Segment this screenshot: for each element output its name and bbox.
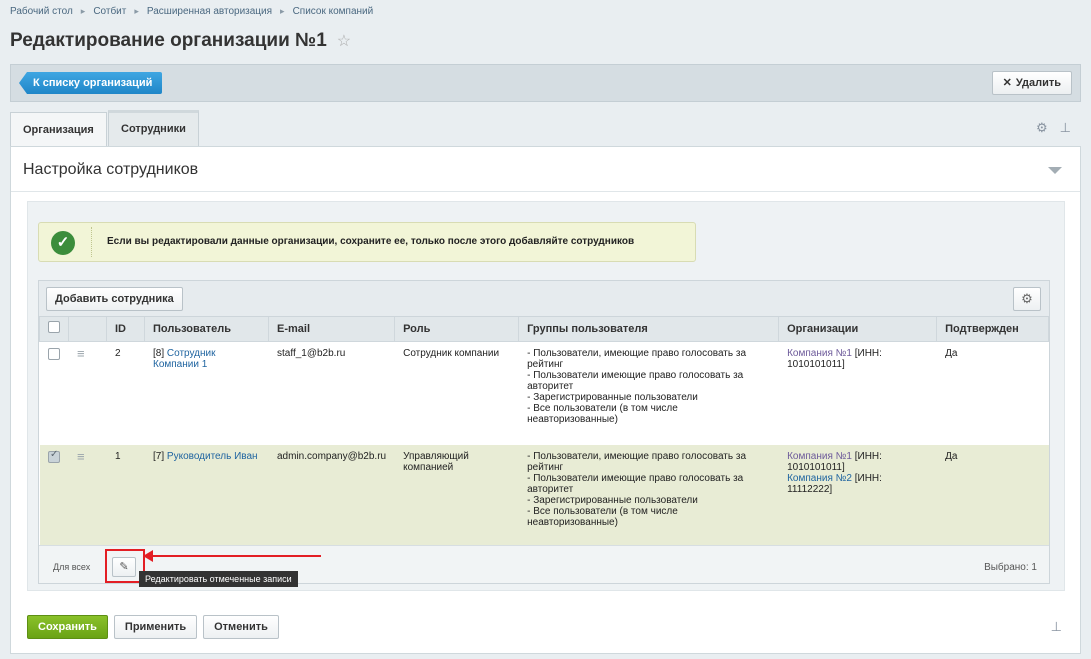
group-item: - Пользователи, имеющие право голосовать… bbox=[527, 451, 747, 473]
for-all-label: Для всех bbox=[53, 562, 91, 572]
cell-user: [8] Сотрудник Компании 1 bbox=[145, 341, 269, 445]
header-groups[interactable]: Группы пользователя bbox=[518, 317, 780, 342]
header-role[interactable]: Роль bbox=[394, 317, 520, 342]
org-link[interactable]: Компания №1 bbox=[787, 348, 852, 359]
employees-table: ID Пользователь E-mail Роль Группы польз… bbox=[39, 317, 1049, 545]
notice-message: ✓ Если вы редактировали данные организац… bbox=[38, 222, 696, 262]
pin-icon[interactable]: ⊥ bbox=[1051, 619, 1062, 635]
add-employee-button[interactable]: Добавить сотрудника bbox=[46, 287, 183, 311]
section-body: ✓ Если вы редактировали данные организац… bbox=[27, 201, 1065, 591]
drag-handle-icon[interactable]: ≡ bbox=[77, 449, 85, 464]
header-user[interactable]: Пользователь bbox=[144, 317, 269, 342]
notice-text: Если вы редактировали данные организации… bbox=[107, 236, 635, 247]
delete-label: Удалить bbox=[1015, 77, 1061, 89]
group-item: - Пользователи, имеющие право голосовать… bbox=[527, 347, 747, 370]
breadcrumb: Рабочий стол ▸ Сотбит ▸ Расширенная авто… bbox=[10, 6, 373, 17]
cancel-button[interactable]: Отменить bbox=[203, 615, 279, 639]
user-prefix: [7] bbox=[153, 451, 165, 462]
tab-organization[interactable]: Организация bbox=[10, 112, 107, 146]
cell-role: Управляющий компанией bbox=[394, 445, 519, 545]
tab-employees[interactable]: Сотрудники bbox=[108, 110, 199, 146]
cell-groups: - Пользователи, имеющие право голосовать… bbox=[518, 445, 779, 545]
header-email[interactable]: E-mail bbox=[267, 317, 396, 342]
header-select-all[interactable] bbox=[39, 317, 69, 342]
cell-user: [7] Руководитель Иван bbox=[144, 445, 269, 545]
row-checkbox[interactable] bbox=[48, 347, 60, 360]
breadcrumb-item-companies[interactable]: Список компаний bbox=[293, 6, 374, 17]
group-item: - Зарегистрированные пользователи bbox=[527, 495, 698, 506]
cell-confirmed: Да bbox=[936, 445, 1049, 545]
header-confirmed[interactable]: Подтвержден bbox=[936, 317, 1049, 342]
apply-button[interactable]: Применить bbox=[113, 615, 198, 639]
cell-role: Сотрудник компании bbox=[403, 347, 500, 359]
row-checkbox[interactable] bbox=[48, 449, 60, 463]
breadcrumb-separator-icon: ▸ bbox=[80, 6, 86, 16]
close-icon: ✕ bbox=[1002, 77, 1012, 89]
main-panel: Настройка сотрудников ✓ Если вы редактир… bbox=[10, 146, 1081, 654]
annotation-arrow bbox=[143, 550, 321, 562]
pin-icon[interactable]: ⊥ bbox=[1060, 120, 1071, 136]
section-header[interactable]: Настройка сотрудников bbox=[11, 147, 1080, 192]
header-id[interactable]: ID bbox=[106, 317, 145, 342]
check-circle-icon: ✓ bbox=[51, 231, 75, 255]
org-link[interactable]: Компания №1 bbox=[787, 451, 852, 462]
notice-divider bbox=[91, 227, 92, 257]
breadcrumb-separator-icon: ▸ bbox=[134, 6, 139, 16]
cell-confirmed: Да bbox=[945, 347, 958, 359]
grid-settings-button[interactable]: ⚙ bbox=[1013, 287, 1041, 311]
breadcrumb-item-desktop[interactable]: Рабочий стол bbox=[10, 6, 73, 17]
header-orgs[interactable]: Организации bbox=[778, 317, 938, 342]
selected-count: Выбрано: 1 bbox=[984, 562, 1037, 573]
tab-tools: ⚙ ⊥ bbox=[1036, 120, 1071, 136]
group-item: - Пользователи имеющие право голосовать … bbox=[527, 369, 744, 392]
org-link[interactable]: Компания №2 bbox=[787, 473, 852, 484]
drag-handle-icon[interactable]: ≡ bbox=[77, 346, 85, 361]
page-title-row: Редактирование организации №1 ☆ bbox=[10, 30, 351, 52]
group-item: - Зарегистрированные пользователи bbox=[527, 391, 698, 403]
breadcrumb-separator-icon: ▸ bbox=[280, 6, 285, 16]
gear-icon[interactable]: ⚙ bbox=[1036, 120, 1048, 136]
delete-button[interactable]: ✕ Удалить bbox=[991, 71, 1072, 95]
cell-email: staff_1@b2b.ru bbox=[277, 347, 346, 359]
table-row[interactable]: ≡ 1 [7] Руководитель Иван admin.company@… bbox=[39, 445, 1049, 545]
table-row[interactable]: ≡ 2 [8] Сотрудник Компании 1 staff_1@b2b… bbox=[40, 341, 1049, 445]
page-title: Редактирование организации №1 bbox=[10, 30, 327, 51]
header-drag bbox=[68, 317, 107, 342]
cell-orgs: Компания №1 [ИНН: 1010101011] Компания №… bbox=[778, 445, 937, 545]
save-button[interactable]: Сохранить bbox=[27, 615, 108, 639]
group-item: - Пользователи имеющие право голосовать … bbox=[527, 473, 744, 495]
cell-id: 2 bbox=[115, 347, 121, 359]
cell-orgs: Компания №1 [ИНН: 1010101011] bbox=[779, 341, 937, 445]
user-prefix: [8] bbox=[153, 347, 165, 359]
cell-groups: - Пользователи, имеющие право голосовать… bbox=[519, 341, 779, 445]
edit-tooltip: Редактировать отмеченные записи bbox=[139, 571, 298, 587]
pencil-icon: ✎ bbox=[119, 561, 129, 573]
employees-grid: Добавить сотрудника ⚙ ID Пользователь E-… bbox=[38, 280, 1050, 587]
user-link[interactable]: Руководитель Иван bbox=[167, 451, 258, 462]
section-title: Настройка сотрудников bbox=[23, 161, 199, 178]
gear-icon: ⚙ bbox=[1021, 291, 1033, 306]
chevron-down-icon[interactable] bbox=[1048, 167, 1062, 174]
breadcrumb-item-sotbit[interactable]: Сотбит bbox=[93, 6, 126, 17]
cell-id: 1 bbox=[106, 445, 145, 545]
group-item: - Все пользователи (в том числе неавтори… bbox=[527, 506, 678, 528]
group-item: - Все пользователи (в том числе неавтори… bbox=[527, 402, 678, 425]
back-to-list-button[interactable]: К списку организаций bbox=[19, 72, 163, 94]
edit-selected-button[interactable]: ✎ bbox=[112, 557, 136, 577]
tabs-row: Организация Сотрудники ⚙ ⊥ bbox=[10, 110, 1081, 146]
select-all-checkbox[interactable] bbox=[48, 321, 60, 334]
cell-email: admin.company@b2b.ru bbox=[268, 445, 395, 545]
toolbar: К списку организаций ✕ Удалить bbox=[10, 64, 1081, 102]
breadcrumb-item-auth[interactable]: Расширенная авторизация bbox=[147, 6, 272, 17]
grid-footer: Для всех ✎ Редактировать отмеченные запи… bbox=[39, 545, 1049, 587]
form-actions: Сохранить Применить Отменить bbox=[27, 615, 279, 639]
grid-toolbar: Добавить сотрудника ⚙ bbox=[39, 281, 1049, 317]
favorite-star-icon[interactable]: ☆ bbox=[337, 31, 351, 51]
